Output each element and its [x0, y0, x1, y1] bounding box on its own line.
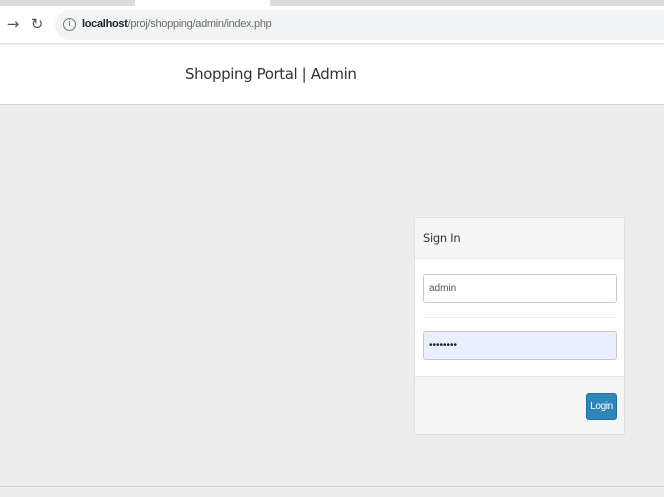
arrow-forward-icon[interactable]: →	[2, 13, 24, 35]
password-input[interactable]	[423, 331, 617, 360]
login-panel: Sign In Login	[414, 217, 625, 435]
form-divider	[423, 317, 617, 318]
site-header: Shopping Portal | Admin	[0, 45, 664, 105]
site-info-icon[interactable]: i	[63, 18, 76, 31]
browser-toolbar: → ↻ i localhost/proj/shopping/admin/inde…	[0, 6, 664, 44]
username-input[interactable]	[423, 274, 617, 303]
login-panel-footer: Login	[415, 376, 624, 434]
address-bar[interactable]: i localhost/proj/shopping/admin/index.ph…	[55, 10, 664, 40]
brand-title[interactable]: Shopping Portal | Admin	[185, 65, 357, 83]
login-button[interactable]: Login	[586, 393, 617, 420]
login-panel-heading: Sign In	[415, 218, 624, 259]
url-host: localhost	[82, 18, 128, 30]
page-bottom-border	[0, 486, 664, 487]
reload-icon[interactable]: ↻	[26, 13, 48, 35]
login-title: Sign In	[423, 231, 461, 245]
url-path: /proj/shopping/admin/index.php	[127, 18, 272, 30]
url-text[interactable]: localhost/proj/shopping/admin/index.php	[82, 18, 272, 30]
